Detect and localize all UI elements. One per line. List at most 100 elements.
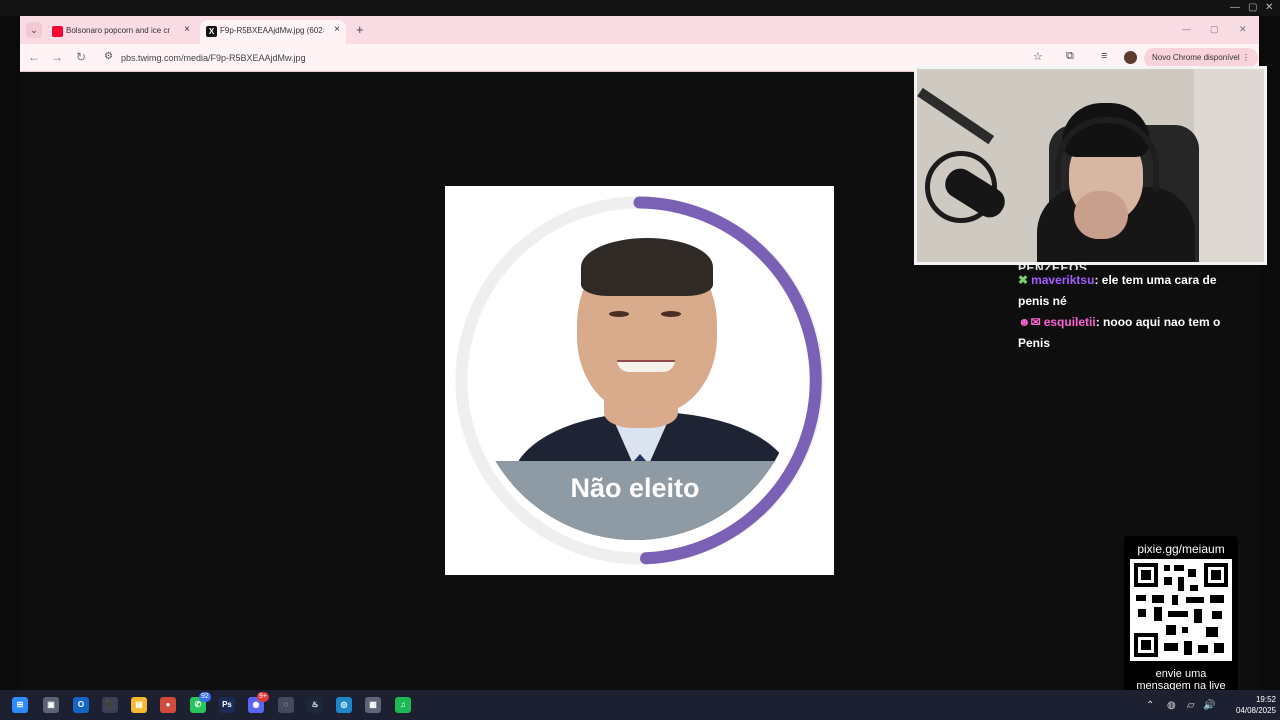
qr-finder-top-right-core xyxy=(1211,570,1221,580)
right-eye xyxy=(661,311,681,317)
minimize-icon[interactable]: — xyxy=(1182,24,1191,34)
qr-module xyxy=(1182,627,1188,633)
qr-module xyxy=(1194,609,1202,623)
qr-module xyxy=(1198,645,1208,653)
qr-title: pixie.gg/meiaum xyxy=(1137,542,1225,556)
back-icon[interactable]: ← xyxy=(28,50,40,64)
youtube-icon xyxy=(52,26,63,37)
tab-close-icon[interactable]: × xyxy=(184,24,190,35)
hand xyxy=(1074,191,1128,239)
left-eye xyxy=(609,311,629,317)
qr-module xyxy=(1210,595,1224,603)
webcam-feed xyxy=(914,66,1267,265)
badge-x-icon: ✖ xyxy=(1018,273,1029,287)
tab-title: Bolsonaro popcorn and ice cre xyxy=(66,26,170,35)
store-icon[interactable]: ⬛ xyxy=(102,697,118,713)
reload-icon[interactable]: ↻ xyxy=(76,50,86,64)
windows-taskbar: ⊞ ▣ O ⬛ ▤ ● ✆ 92 Ps ◉ 9+ ◌ ♨ ◎ ▦ ♫ ⌃ ◍ ▱… xyxy=(0,690,1280,720)
donation-qr-panel: pixie.gg/meiaum envie uma mensagem na li… xyxy=(1124,536,1238,699)
calculator-icon[interactable]: ▦ xyxy=(365,697,381,713)
clock-time: 19:52 xyxy=(1255,695,1276,704)
qr-module xyxy=(1164,643,1178,651)
qr-module xyxy=(1188,569,1196,577)
qr-code[interactable] xyxy=(1130,559,1232,661)
address-bar[interactable]: ⚙ pbs.twimg.com/media/F9p-R5BXEAAjdMw.jp… xyxy=(98,48,978,68)
outer-maximize-icon[interactable]: ▢ xyxy=(1248,2,1257,13)
start-icon[interactable]: ⊞ xyxy=(12,697,28,713)
status-label: Não eleito xyxy=(570,473,700,503)
explorer-icon[interactable]: ▤ xyxy=(131,697,147,713)
badge-icons: ☻✉ xyxy=(1018,315,1041,329)
displayed-image: Não eleito xyxy=(445,186,834,575)
screen: — ▢ ✕ ⌄ Bolsonaro popcorn and ice cre × … xyxy=(0,0,1280,720)
media-icon[interactable]: ≡ xyxy=(1101,50,1107,62)
qr-module xyxy=(1190,585,1198,591)
qr-module xyxy=(1184,641,1192,655)
qr-module xyxy=(1174,565,1184,571)
qr-module xyxy=(1138,609,1146,617)
qr-footer-line-1: envie uma xyxy=(1155,668,1207,680)
chat-overlay: PENZEEOS ✖ maveriktsu: ele tem uma cara d… xyxy=(1018,258,1238,354)
tab-search-icon[interactable]: ⌄ xyxy=(26,22,42,38)
tray-volume-icon[interactable]: 🔊 xyxy=(1203,700,1215,711)
tab-image-file[interactable]: X F9p-R5BXEAAjdMw.jpg (602×6 × xyxy=(200,20,346,44)
clock-date: 04/08/2025 xyxy=(1235,706,1276,715)
tab-title: F9p-R5BXEAAjdMw.jpg (602×6 xyxy=(220,26,324,35)
task-view-icon[interactable]: ▣ xyxy=(43,697,59,713)
obs-icon[interactable]: ◌ xyxy=(278,697,294,713)
chat-separator: : xyxy=(1094,273,1102,287)
photoshop-icon[interactable]: Ps xyxy=(219,697,235,713)
qr-module xyxy=(1152,595,1164,603)
discord-badge: 9+ xyxy=(257,692,269,702)
qr-module xyxy=(1164,565,1170,571)
qr-module xyxy=(1168,611,1188,617)
tray-chevron-icon[interactable]: ⌃ xyxy=(1146,700,1154,711)
qr-module xyxy=(1178,577,1184,591)
whatsapp-badge: 92 xyxy=(199,692,211,702)
microphone-arm xyxy=(917,87,995,145)
chrome-update-button[interactable]: Novo Chrome disponível ⋮ xyxy=(1144,48,1258,68)
globe-icon[interactable]: ◎ xyxy=(336,697,352,713)
tab-strip: ⌄ Bolsonaro popcorn and ice cre × X F9p-… xyxy=(20,16,1259,44)
qr-module xyxy=(1172,595,1178,605)
chat-message: ☻✉ esquiletii: nooo aqui nao tem o Penis xyxy=(1018,312,1238,354)
tray-network-icon[interactable]: ◍ xyxy=(1167,700,1176,711)
smile xyxy=(617,360,675,372)
tab-bolsonaro-video[interactable]: Bolsonaro popcorn and ice cre × xyxy=(46,20,196,44)
bookmark-star-icon[interactable]: ☆ xyxy=(1033,50,1043,63)
close-window-icon[interactable]: ✕ xyxy=(1239,24,1247,35)
candidate-photo: Não eleito xyxy=(472,214,798,540)
chat-message: ✖ maveriktsu: ele tem uma cara de penis n… xyxy=(1018,270,1238,312)
menu-icon[interactable]: ⋮ xyxy=(1242,53,1250,62)
qr-module xyxy=(1212,611,1222,619)
hair xyxy=(581,238,713,296)
qr-module xyxy=(1206,627,1218,637)
qr-footer: envie uma mensagem na live xyxy=(1124,668,1238,692)
outer-minimize-icon[interactable]: — xyxy=(1230,2,1240,13)
spotify-icon[interactable]: ♫ xyxy=(395,697,411,713)
profile-avatar[interactable] xyxy=(1124,51,1137,64)
outer-close-icon[interactable]: ✕ xyxy=(1265,2,1273,13)
qr-module xyxy=(1166,625,1176,635)
room-wall xyxy=(1194,69,1264,262)
chat-separator: : xyxy=(1095,315,1104,329)
chrome-icon[interactable]: ● xyxy=(160,697,176,713)
tray-battery-icon[interactable]: ▱ xyxy=(1187,700,1195,711)
new-tab-icon[interactable]: + xyxy=(356,22,364,37)
qr-module xyxy=(1164,577,1172,585)
tab-close-icon[interactable]: × xyxy=(334,24,340,35)
maximize-icon[interactable]: ▢ xyxy=(1210,24,1219,35)
outlook-icon[interactable]: O xyxy=(73,697,89,713)
extensions-icon[interactable]: ⧉ xyxy=(1066,50,1074,63)
chat-username: maveriktsu xyxy=(1031,273,1095,287)
qr-module xyxy=(1186,597,1204,603)
forward-icon[interactable]: → xyxy=(51,50,63,64)
qr-module xyxy=(1154,607,1162,621)
site-info-icon[interactable]: ⚙ xyxy=(104,51,113,62)
qr-module xyxy=(1214,643,1224,653)
qr-finder-top-left-core xyxy=(1141,570,1151,580)
steam-icon[interactable]: ♨ xyxy=(307,697,323,713)
system-clock[interactable]: 19:52 04/08/2025 xyxy=(1224,694,1276,716)
url-text[interactable]: pbs.twimg.com/media/F9p-R5BXEAAjdMw.jpg xyxy=(121,53,306,63)
x-icon: X xyxy=(206,26,217,37)
